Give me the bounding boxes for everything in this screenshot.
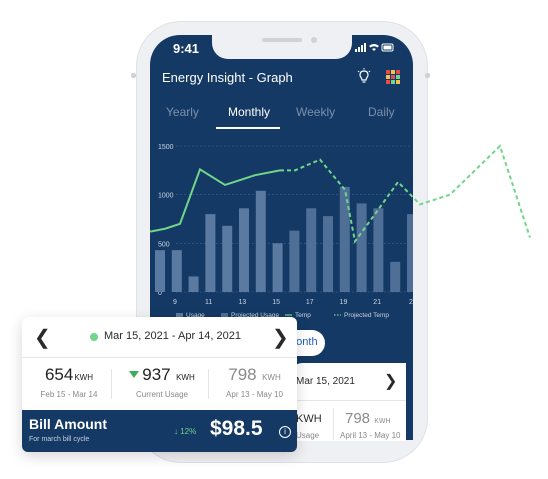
- down-arrow-icon: [129, 371, 140, 378]
- bill-amount-value: $98.5: [210, 417, 263, 440]
- usage-bar: [356, 203, 367, 292]
- chevron-right-icon[interactable]: ❯: [272, 325, 289, 350]
- usage-bar: [188, 276, 199, 292]
- usage-bar: [255, 190, 266, 292]
- x-tick-label: 9: [173, 299, 177, 306]
- x-tick-label: 15: [272, 299, 280, 306]
- usage-bar: [289, 230, 300, 292]
- x-tick-label: 21: [373, 299, 381, 306]
- usage-bar: [272, 243, 283, 292]
- bill-amount-title: Bill Amount: [29, 416, 108, 432]
- projected-temp-series: [280, 144, 531, 244]
- x-tick-label: 11: [205, 299, 212, 306]
- billing-period: Mar 15, 2021 - Apr 14, 2021: [104, 330, 241, 342]
- background-card-unit: KWH: [296, 413, 322, 425]
- usage-bar: [407, 214, 413, 292]
- y-tick-label: 1500: [158, 144, 174, 151]
- usage-bar: [239, 208, 249, 292]
- background-card-usage-label: Usage: [296, 431, 320, 440]
- usage-bar: [390, 261, 401, 292]
- y-tick-label: 1000: [158, 193, 174, 200]
- info-icon[interactable]: i: [279, 426, 291, 438]
- x-tick-label: 2: [409, 299, 413, 306]
- divider: [208, 369, 209, 399]
- legend-label: Temp: [295, 312, 311, 319]
- y-tick-label: 500: [158, 241, 170, 248]
- chart-bars: [155, 186, 413, 292]
- bill-trend: ↓ 12%: [174, 427, 197, 436]
- x-axis-ticks: 9 11 13 15 17 19 21 2: [173, 299, 413, 306]
- divider: [333, 408, 334, 440]
- period-status-dot: [90, 333, 98, 341]
- background-card-date: Mar 15, 2021: [296, 376, 355, 387]
- usage-bar: [205, 214, 216, 292]
- legend-label: Projected Temp: [344, 312, 389, 319]
- divider: [111, 369, 112, 399]
- x-tick-label: 13: [239, 299, 247, 306]
- divider: [22, 357, 297, 358]
- bill-amount-bar: Bill Amount For march bill cycle ↓ 12% $…: [22, 410, 297, 452]
- projected-temp-line: [280, 144, 531, 244]
- divider: [296, 400, 406, 401]
- x-tick-label: 17: [306, 299, 314, 306]
- usage-bar: [306, 208, 317, 292]
- x-tick-label: 19: [340, 299, 348, 306]
- usage-bar: [222, 225, 233, 292]
- usage-bar: [155, 250, 165, 292]
- background-card-value: 798 KWH: [345, 410, 391, 427]
- chevron-left-icon[interactable]: ❮: [34, 325, 51, 350]
- chevron-right-icon[interactable]: ❯: [384, 371, 397, 391]
- bill-amount-subtitle: For march bill cycle: [29, 436, 90, 443]
- previous-usage-stat: 654KWH Feb 15 - Mar 14: [40, 365, 98, 399]
- current-usage-stat: 937 KWH Current Usage: [122, 365, 202, 399]
- usage-bar: [323, 216, 333, 292]
- background-card-range: April 13 - May 10: [340, 431, 401, 440]
- bill-summary-card: ❮ Mar 15, 2021 - Apr 14, 2021 ❯ 654KWH F…: [22, 317, 297, 452]
- projected-usage-stat: 798 KWH Apr 13 - May 10: [226, 365, 283, 399]
- usage-bar: [171, 250, 182, 292]
- usage-bar: [373, 208, 384, 292]
